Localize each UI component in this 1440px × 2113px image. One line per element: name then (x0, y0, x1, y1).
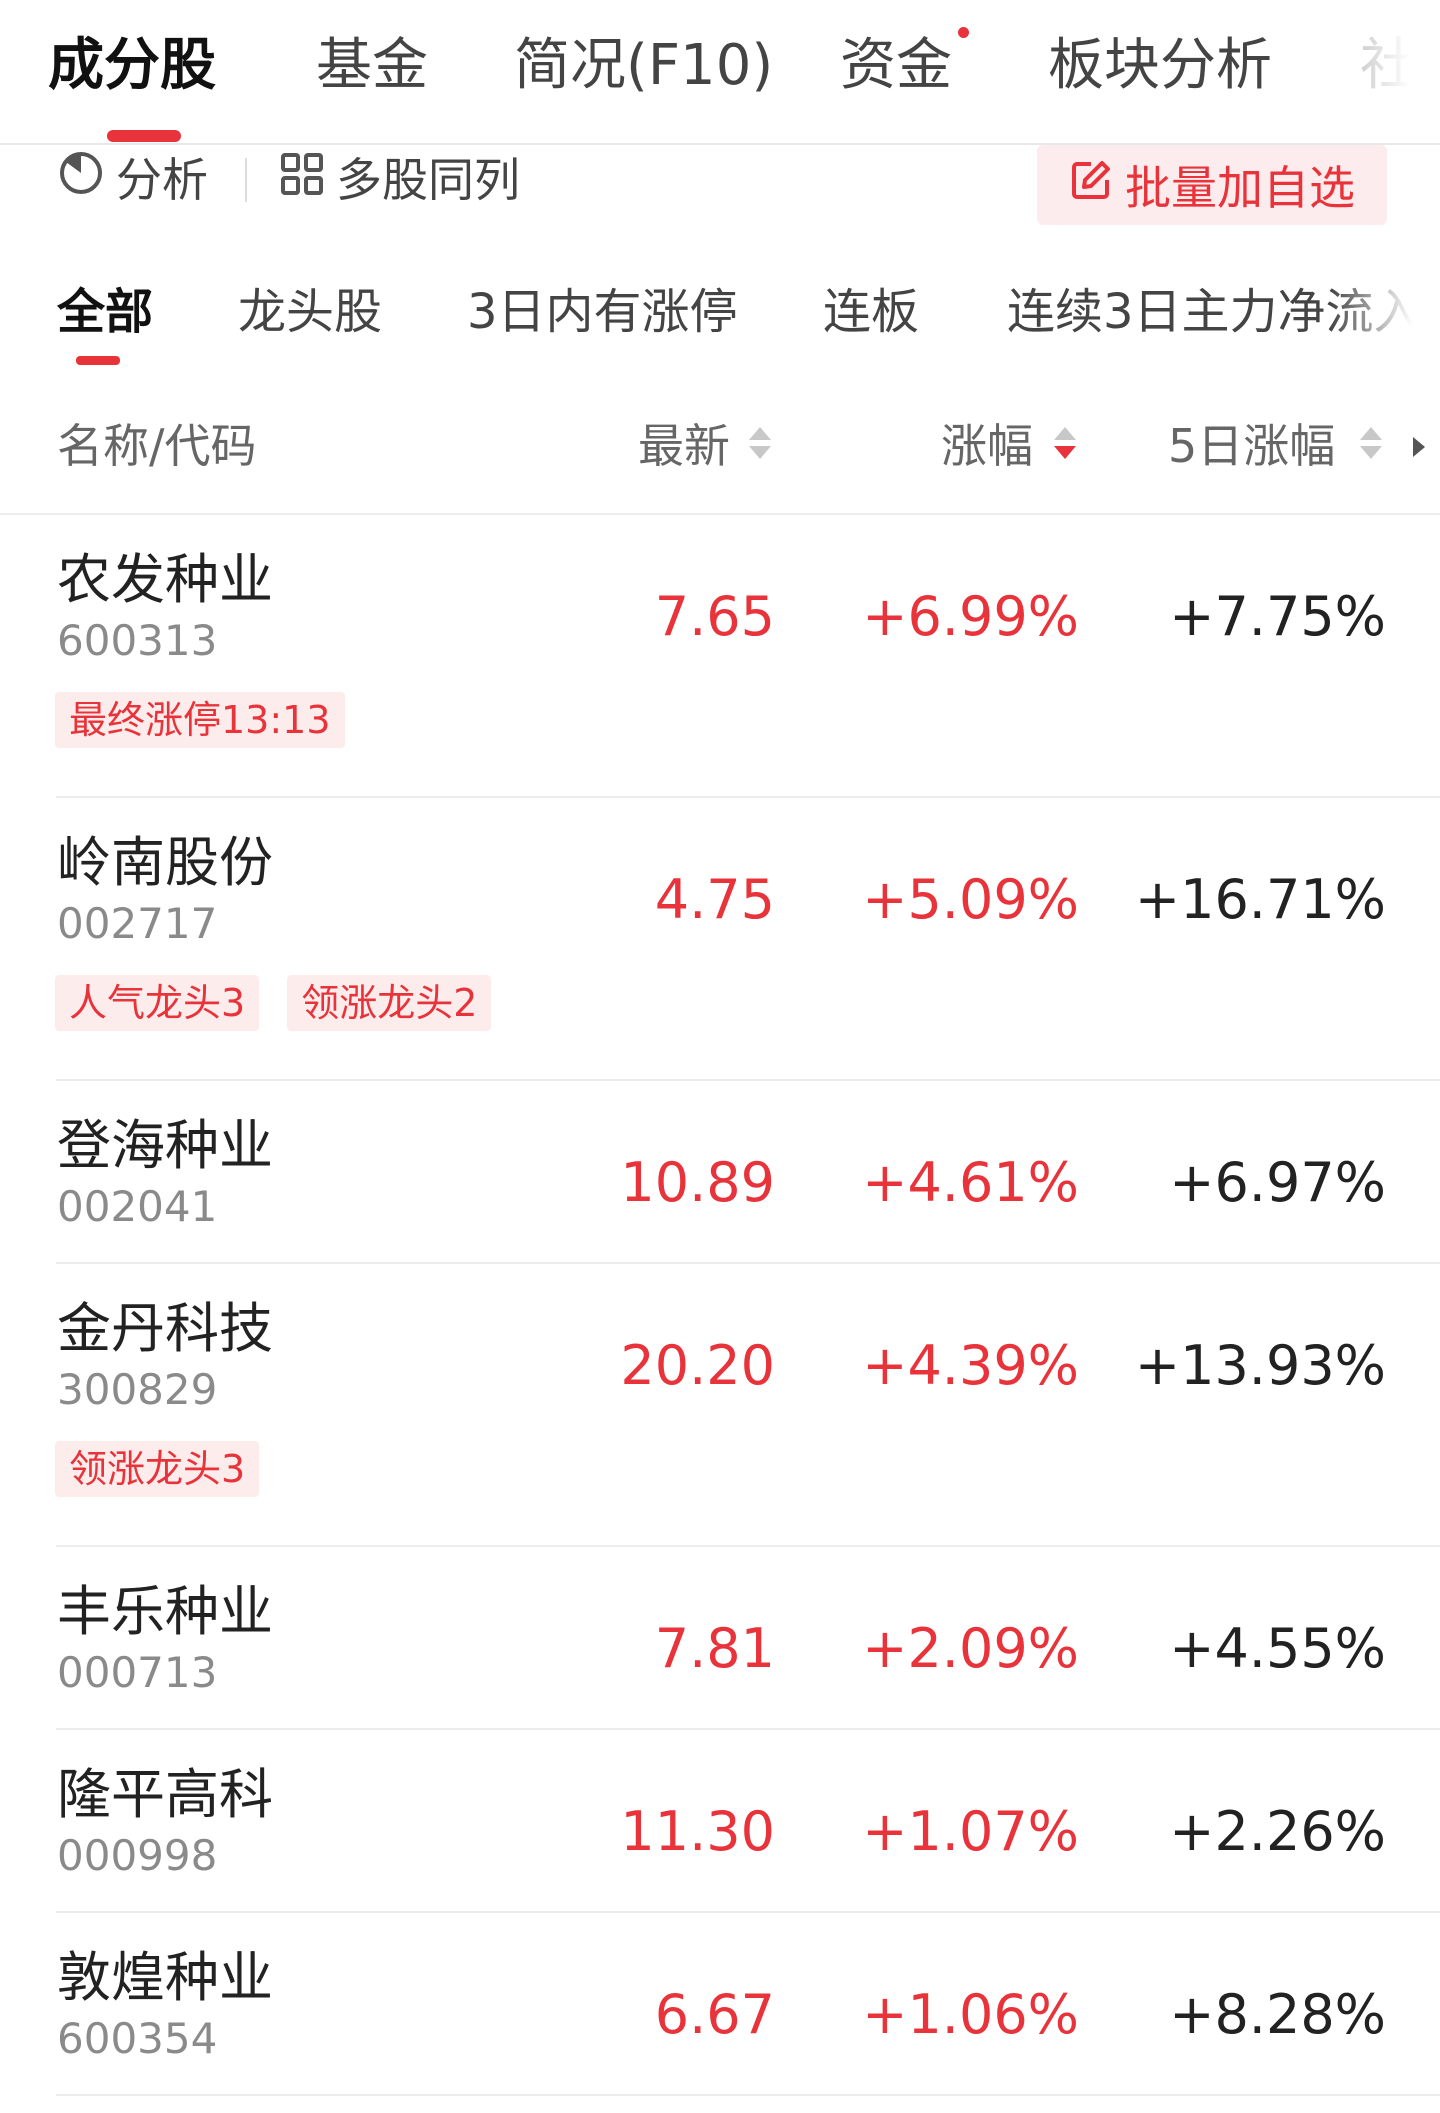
sort-change-5d-icon[interactable] (1360, 427, 1382, 459)
notification-dot (958, 27, 969, 38)
sort-change-icon[interactable] (1054, 427, 1076, 459)
tab-profile-f10[interactable]: 简况(F10) (514, 30, 773, 102)
status-badge: 最终涨停13:13 (55, 692, 345, 748)
analysis-label: 分析 (116, 153, 208, 207)
table-row[interactable]: 农发种业 600313 7.65 +6.99% +7.75% 最终涨停13:13 (0, 515, 1440, 798)
stock-name: 岭南股份 (57, 831, 273, 894)
latest-price: 6.67 (654, 1983, 775, 2046)
column-change-5d[interactable]: 5日涨幅 (1168, 416, 1335, 476)
table-row[interactable]: 岭南股份 002717 4.75 +5.09% +16.71% 人气龙头3 领涨… (0, 798, 1440, 1081)
change-5d-percent: +16.71% (1134, 868, 1386, 931)
table-row[interactable]: 隆平高科 000998 11.30 +1.07% +2.26% (0, 1730, 1440, 1913)
more-columns-arrow-icon[interactable] (1413, 437, 1425, 457)
stock-code: 002041 (57, 1182, 218, 1231)
status-badge: 人气龙头3 (55, 975, 260, 1031)
change-percent: +4.61% (862, 1151, 1079, 1214)
tag-list: 人气龙头3 领涨龙头2 (55, 975, 492, 1031)
stock-name: 金丹科技 (57, 1297, 273, 1360)
tools-separator (245, 158, 247, 202)
change-5d-percent: +4.55% (1169, 1617, 1386, 1680)
stock-name: 丰乐种业 (57, 1580, 273, 1643)
filter-all[interactable]: 全部 (57, 280, 153, 344)
latest-price: 11.30 (620, 1800, 775, 1863)
stock-code: 600313 (57, 616, 218, 665)
tab-fade-overlay (1340, 0, 1440, 140)
latest-price: 7.81 (654, 1617, 775, 1680)
analysis-button[interactable]: 分析 (58, 150, 208, 210)
active-filter-indicator (76, 356, 120, 365)
batch-add-label: 批量加自选 (1125, 161, 1355, 215)
table-row[interactable]: 丰乐种业 000713 7.81 +2.09% +4.55% (0, 1547, 1440, 1730)
change-5d-percent: +8.28% (1169, 1983, 1386, 2046)
stock-code: 600354 (57, 2014, 218, 2063)
multi-stock-label: 多股同列 (336, 153, 520, 207)
column-latest[interactable]: 最新 (638, 416, 730, 476)
latest-price: 20.20 (620, 1334, 775, 1397)
change-percent: +1.06% (862, 1983, 1079, 2046)
column-change[interactable]: 涨幅 (941, 416, 1033, 476)
stock-name: 敦煌种业 (57, 1946, 273, 2009)
table-row[interactable]: 敦煌种业 600354 6.67 +1.06% +8.28% (0, 1913, 1440, 2096)
tab-sector-analysis[interactable]: 板块分析 (1048, 30, 1272, 102)
stock-code: 000713 (57, 1648, 218, 1697)
change-5d-percent: +6.97% (1169, 1151, 1386, 1214)
edit-icon (1069, 158, 1113, 213)
tag-list: 领涨龙头3 (55, 1441, 260, 1497)
column-name-code: 名称/代码 (57, 419, 257, 473)
change-percent: +6.99% (862, 585, 1079, 648)
change-percent: +4.39% (862, 1334, 1079, 1397)
change-percent: +5.09% (862, 868, 1079, 931)
active-tab-indicator (107, 130, 181, 142)
multi-stock-button[interactable]: 多股同列 (280, 150, 520, 210)
stock-code: 300829 (57, 1365, 218, 1414)
filter-consecutive[interactable]: 连板 (823, 280, 919, 344)
table-row[interactable]: 登海种业 002041 10.89 +4.61% +6.97% (0, 1081, 1440, 1264)
status-badge: 领涨龙头3 (55, 1441, 260, 1497)
change-5d-percent: +13.93% (1134, 1334, 1386, 1397)
change-5d-percent: +7.75% (1169, 585, 1386, 648)
sort-latest-icon[interactable] (749, 427, 771, 459)
latest-price: 4.75 (654, 868, 775, 931)
table-row[interactable]: 金丹科技 300829 20.20 +4.39% +13.93% 领涨龙头3 (0, 1264, 1440, 1547)
grid-icon (280, 150, 324, 210)
stock-code: 002717 (57, 899, 218, 948)
stock-name: 隆平高科 (57, 1763, 273, 1826)
tab-capital[interactable]: 资金 (840, 30, 952, 102)
latest-price: 7.65 (654, 585, 775, 648)
stock-code: 000998 (57, 1831, 218, 1880)
filter-limit-up-3d[interactable]: 3日内有涨停 (467, 280, 738, 344)
change-5d-percent: +2.26% (1169, 1800, 1386, 1863)
tab-constituent-stocks[interactable]: 成分股 (48, 30, 216, 102)
stock-name: 农发种业 (57, 548, 273, 611)
stock-name: 登海种业 (57, 1114, 273, 1177)
filter-leaders[interactable]: 龙头股 (238, 280, 382, 344)
row-divider (56, 2094, 1440, 2096)
pie-chart-icon (58, 150, 104, 210)
latest-price: 10.89 (620, 1151, 775, 1214)
change-percent: +1.07% (862, 1800, 1079, 1863)
change-percent: +2.09% (862, 1617, 1079, 1680)
batch-add-watchlist-button[interactable]: 批量加自选 (1037, 145, 1387, 225)
tab-funds[interactable]: 基金 (316, 30, 428, 102)
tag-list: 最终涨停13:13 (55, 692, 345, 748)
filter-fade-overlay (1330, 270, 1440, 360)
status-badge: 领涨龙头2 (287, 975, 492, 1031)
